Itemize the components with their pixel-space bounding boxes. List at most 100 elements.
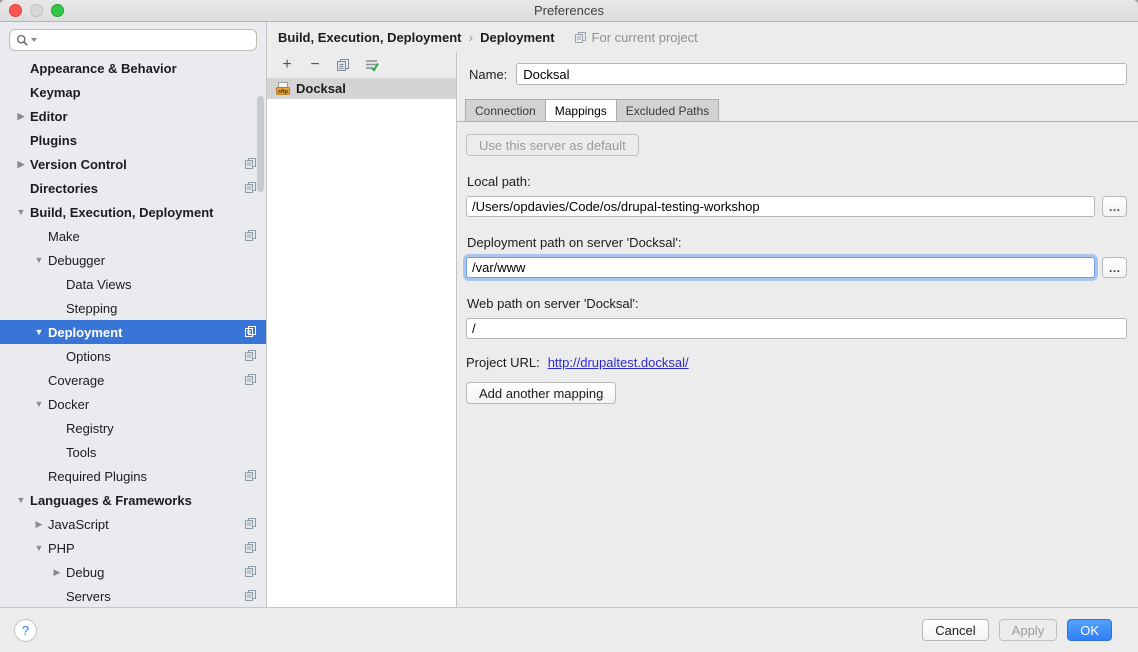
minimize-button: [30, 4, 43, 17]
sidebar-item-label: Keymap: [30, 85, 81, 100]
sidebar-item-deployment[interactable]: ▼Deployment: [0, 320, 266, 344]
use-server-as-default-button[interactable]: [363, 57, 379, 73]
sidebar-item-stepping[interactable]: Stepping: [0, 296, 266, 320]
chevron-down-icon[interactable]: ▼: [30, 543, 48, 553]
sidebar-item-label: Debugger: [48, 253, 105, 268]
deployment-path-label: Deployment path on server 'Docksal':: [467, 235, 1127, 250]
chevron-down-icon[interactable]: ▼: [30, 255, 48, 265]
sidebar-item-options[interactable]: Options: [0, 344, 266, 368]
add-another-mapping-button[interactable]: Add another mapping: [466, 382, 616, 404]
check-on-list-icon: [364, 58, 379, 72]
sidebar-item-label: Languages & Frameworks: [30, 493, 192, 508]
sidebar-item-label: Required Plugins: [48, 469, 147, 484]
sidebar-item-debug[interactable]: ▶Debug: [0, 560, 266, 584]
sidebar-item-keymap[interactable]: Keymap: [0, 80, 266, 104]
ok-button[interactable]: OK: [1067, 619, 1112, 641]
sidebar-item-label: Build, Execution, Deployment: [30, 205, 213, 220]
sidebar-item-label: Appearance & Behavior: [30, 61, 177, 76]
sidebar-item-label: Version Control: [30, 157, 127, 172]
server-list: sftp Docksal: [267, 78, 456, 607]
window-title: Preferences: [0, 0, 1138, 21]
preferences-window: Preferences Appearance & BehaviorKeymap▶…: [0, 0, 1138, 652]
chevron-down-icon[interactable]: ▼: [12, 207, 30, 217]
sidebar-item-build-execution-deployment[interactable]: ▼Build, Execution, Deployment: [0, 200, 266, 224]
web-path-label: Web path on server 'Docksal':: [467, 296, 1127, 311]
for-current-project-label: For current project: [574, 30, 698, 45]
title-bar: Preferences: [0, 0, 1138, 22]
local-path-input[interactable]: [466, 196, 1095, 217]
server-list-toolbar: + −: [267, 52, 456, 78]
per-project-icon: [244, 157, 257, 170]
server-row-docksal[interactable]: sftp Docksal: [267, 78, 456, 99]
copy-icon: [336, 58, 350, 72]
sidebar-item-servers[interactable]: Servers: [0, 584, 266, 607]
sidebar-item-label: JavaScript: [48, 517, 109, 532]
project-url-link[interactable]: http://drupaltest.docksal/: [548, 355, 689, 370]
sidebar-item-label: Options: [66, 349, 111, 364]
sidebar-item-editor[interactable]: ▶Editor: [0, 104, 266, 128]
use-server-default-button: Use this server as default: [466, 134, 639, 156]
breadcrumb-section[interactable]: Build, Execution, Deployment: [278, 30, 461, 45]
name-label: Name:: [469, 67, 507, 82]
per-project-icon: [244, 589, 257, 602]
sidebar-item-make[interactable]: Make: [0, 224, 266, 248]
apply-button: Apply: [999, 619, 1058, 641]
deployment-path-input[interactable]: [466, 257, 1095, 278]
duplicate-server-button[interactable]: [335, 57, 351, 73]
local-path-label: Local path:: [467, 174, 1127, 189]
chevron-down-icon[interactable]: ▼: [12, 495, 30, 505]
chevron-right-icon[interactable]: ▶: [48, 567, 66, 578]
deployment-form: Name: Connection Mappings Excluded Paths…: [457, 52, 1138, 607]
sidebar-item-registry[interactable]: Registry: [0, 416, 266, 440]
sidebar-item-required-plugins[interactable]: Required Plugins: [0, 464, 266, 488]
sidebar-item-tools[interactable]: Tools: [0, 440, 266, 464]
local-path-browse-button[interactable]: …: [1102, 196, 1127, 217]
settings-tree: Appearance & BehaviorKeymap▶EditorPlugin…: [0, 56, 266, 607]
per-project-icon: [244, 325, 257, 338]
sidebar-item-label: Make: [48, 229, 80, 244]
sidebar-item-docker[interactable]: ▼Docker: [0, 392, 266, 416]
chevron-right-icon[interactable]: ▶: [12, 159, 30, 170]
zoom-button[interactable]: [51, 4, 64, 17]
sidebar-item-label: Editor: [30, 109, 68, 124]
help-button[interactable]: ?: [14, 619, 37, 642]
sidebar-item-php[interactable]: ▼PHP: [0, 536, 266, 560]
sidebar-item-label: Directories: [30, 181, 98, 196]
sidebar-item-label: Plugins: [30, 133, 77, 148]
per-project-badge: [244, 541, 257, 557]
remove-server-button[interactable]: −: [307, 57, 323, 73]
deployment-path-browse-button[interactable]: …: [1102, 257, 1127, 278]
sidebar-item-coverage[interactable]: Coverage: [0, 368, 266, 392]
sidebar-item-languages-frameworks[interactable]: ▼Languages & Frameworks: [0, 488, 266, 512]
search-history-caret-icon[interactable]: [31, 38, 37, 42]
tab-bar: Connection Mappings Excluded Paths: [465, 99, 1138, 122]
breadcrumb-separator: ›: [468, 29, 473, 45]
tab-excluded-paths[interactable]: Excluded Paths: [617, 99, 719, 122]
chevron-right-icon[interactable]: ▶: [12, 111, 30, 122]
sidebar-item-data-views[interactable]: Data Views: [0, 272, 266, 296]
breadcrumb: Build, Execution, Deployment › Deploymen…: [267, 22, 1138, 52]
sidebar-item-javascript[interactable]: ▶JavaScript: [0, 512, 266, 536]
sidebar-item-plugins[interactable]: Plugins: [0, 128, 266, 152]
name-input[interactable]: [516, 63, 1127, 85]
sidebar-item-appearance-behavior[interactable]: Appearance & Behavior: [0, 56, 266, 80]
sidebar-scrollbar[interactable]: [257, 96, 264, 192]
sidebar-item-label: Tools: [66, 445, 96, 460]
tab-connection[interactable]: Connection: [465, 99, 546, 122]
web-path-input[interactable]: [466, 318, 1127, 339]
chevron-right-icon[interactable]: ▶: [30, 519, 48, 530]
tab-mappings[interactable]: Mappings: [546, 99, 617, 122]
add-server-button[interactable]: +: [279, 57, 295, 73]
sidebar-item-directories[interactable]: Directories: [0, 176, 266, 200]
sidebar-item-debugger[interactable]: ▼Debugger: [0, 248, 266, 272]
search-icon: [16, 34, 29, 47]
search-input[interactable]: [9, 29, 257, 51]
per-project-icon: [244, 373, 257, 386]
sidebar-item-version-control[interactable]: ▶Version Control: [0, 152, 266, 176]
chevron-down-icon[interactable]: ▼: [30, 327, 48, 337]
per-project-badge: [244, 325, 257, 341]
cancel-button[interactable]: Cancel: [922, 619, 988, 641]
per-project-icon: [244, 229, 257, 242]
chevron-down-icon[interactable]: ▼: [30, 399, 48, 409]
close-button[interactable]: [9, 4, 22, 17]
